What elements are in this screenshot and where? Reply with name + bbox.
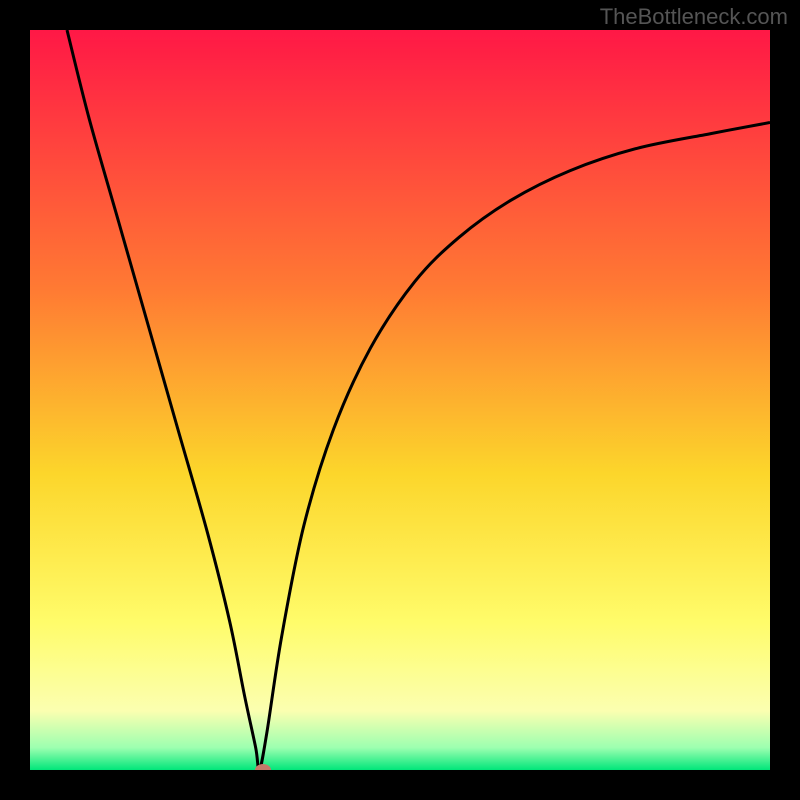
minimum-marker xyxy=(255,764,271,770)
plot-area xyxy=(30,30,770,770)
curve-line xyxy=(30,30,770,770)
watermark-text: TheBottleneck.com xyxy=(600,4,788,30)
